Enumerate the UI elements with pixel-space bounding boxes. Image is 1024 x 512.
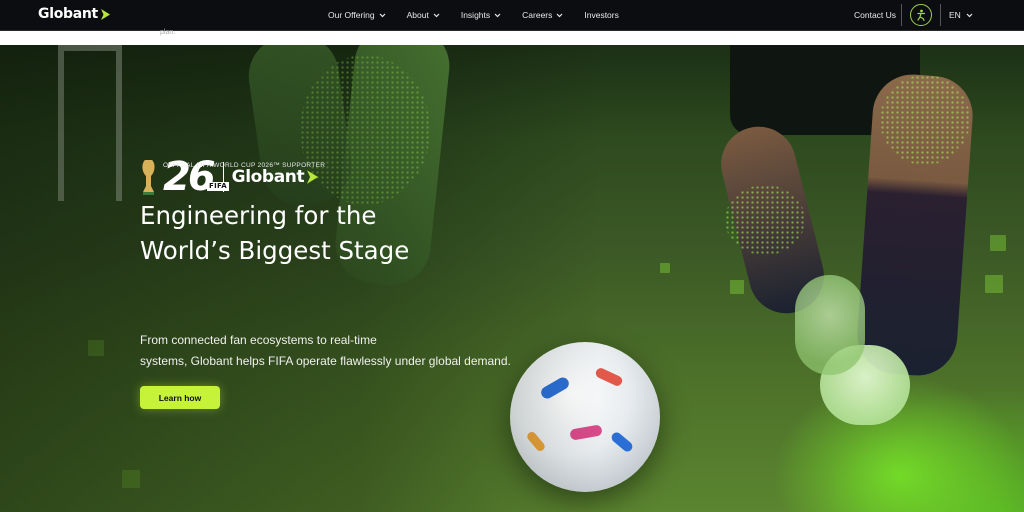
pixel-square — [730, 280, 744, 294]
divider — [901, 4, 902, 26]
pixel-square — [990, 235, 1006, 251]
language-label: EN — [949, 10, 961, 20]
sub-bar-text: plan. — [160, 29, 176, 36]
headline-line: Engineering for the — [140, 201, 377, 230]
language-selector[interactable]: EN — [949, 10, 973, 20]
accessibility-icon — [917, 9, 926, 21]
particle-effect — [725, 185, 805, 255]
logo-chevron-icon — [307, 170, 319, 184]
description-line: From connected fan ecosystems to real-ti… — [140, 333, 377, 347]
globant-logo[interactable]: Globant — [38, 6, 110, 22]
text-overlay-gradient — [0, 45, 600, 512]
hero-description: From connected fan ecosystems to real-ti… — [140, 330, 560, 372]
chevron-down-icon — [433, 13, 440, 17]
menu-careers[interactable]: Careers — [522, 10, 563, 20]
contact-us-link[interactable]: Contact Us — [854, 10, 896, 20]
menu-label: Insights — [460, 10, 491, 20]
player-boot-2 — [795, 275, 865, 375]
menu-investors[interactable]: Investors — [584, 10, 619, 20]
badge-tagline: OFFICIAL FIFA WORLD CUP 2026™ SUPPORTER — [163, 162, 326, 169]
logo-chevron-icon — [100, 8, 110, 20]
divider — [940, 4, 941, 26]
headline-line: World’s Biggest Stage — [140, 236, 410, 265]
world-cup-trophy-icon — [142, 160, 155, 195]
pixel-square — [985, 275, 1003, 293]
sub-bar: plan. — [0, 29, 1024, 45]
particle-effect — [880, 75, 970, 165]
description-line: systems, Globant helps FIFA operate flaw… — [140, 354, 511, 368]
menu-label: Careers — [522, 10, 553, 20]
menu-label: About — [406, 10, 429, 20]
accessibility-button[interactable] — [910, 4, 932, 26]
main-menu: Our Offering About Insights Careers Inve… — [328, 0, 640, 30]
menu-about[interactable]: About — [407, 10, 440, 20]
menu-insights[interactable]: Insights — [461, 10, 501, 20]
badge-number-text: 26 — [163, 154, 216, 200]
chevron-down-icon — [494, 13, 501, 17]
hero-headline: Engineering for the World’s Biggest Stag… — [140, 198, 560, 268]
menu-label: Investors — [584, 10, 619, 20]
badge-globant-logo: Globant — [232, 167, 319, 187]
top-nav: Globant Our Offering About Insights Care… — [0, 0, 1024, 31]
menu-our-offering[interactable]: Our Offering — [328, 10, 386, 20]
pixel-square — [660, 263, 670, 273]
logo-text: Globant — [38, 6, 98, 22]
chevron-down-icon — [556, 13, 563, 17]
fifa-tag: FIFA — [207, 182, 229, 191]
badge-logo-text: Globant — [231, 167, 305, 187]
hero-section — [0, 45, 1024, 512]
menu-label: Our Offering — [328, 10, 375, 20]
learn-how-button[interactable]: Learn how — [140, 386, 220, 409]
chevron-down-icon — [966, 13, 973, 17]
chevron-down-icon — [379, 13, 386, 17]
